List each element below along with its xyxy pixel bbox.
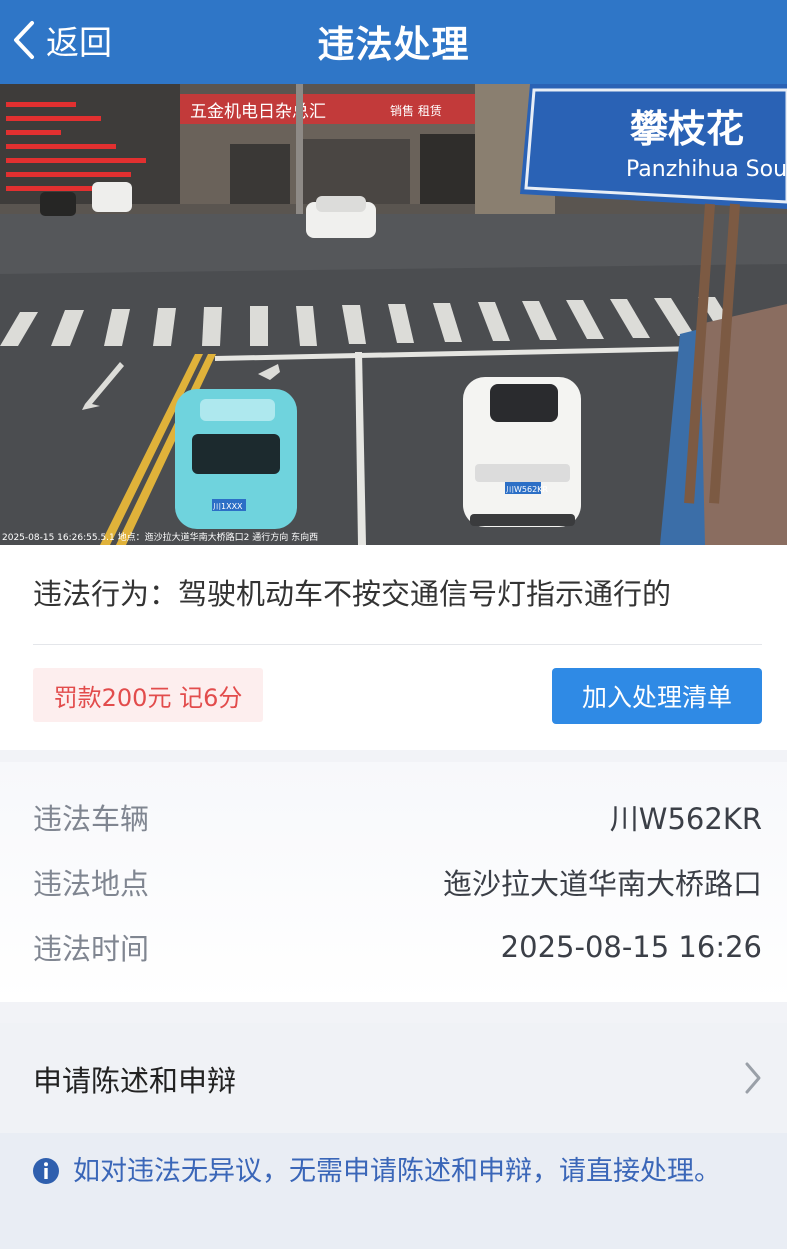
detail-row-location: 违法地点 迤沙拉大道华南大桥路口 bbox=[33, 857, 762, 907]
taxi-plate: 川1XXX bbox=[213, 502, 243, 511]
shop-sub-text: 销售 租赁 bbox=[390, 103, 442, 118]
notice-text: 如对违法无异议，无需申请陈述和申辩，请直接处理。 bbox=[73, 1156, 721, 1187]
nav-bar: 返回 违法处理 bbox=[0, 0, 787, 84]
chevron-right-icon bbox=[745, 1062, 761, 1094]
violation-behavior: 违法行为：驾驶机动车不按交通信号灯指示通行的 bbox=[33, 577, 672, 611]
detail-value: 迤沙拉大道华南大桥路口 bbox=[442, 867, 762, 901]
detail-value: 2025-08-15 16:26 bbox=[500, 930, 762, 964]
suv-plate: 川W562KR bbox=[506, 485, 548, 494]
detail-row-vehicle: 违法车辆 川W562KR bbox=[33, 792, 762, 842]
penalty-badge: 罚款200元 记6分 bbox=[33, 668, 263, 722]
detail-row-time: 违法时间 2025-08-15 16:26 bbox=[33, 922, 762, 972]
shop-sign-text: 五金机电日杂总汇 bbox=[190, 102, 326, 122]
road-sign-cn: 攀枝花 bbox=[630, 107, 744, 151]
traffic-camera-image: 五金机电日杂总汇 销售 租赁 攀枝花 Panzhihua Sou 川1XXX 川… bbox=[0, 84, 787, 545]
violation-photo[interactable]: 五金机电日杂总汇 销售 租赁 攀枝花 Panzhihua Sou 川1XXX 川… bbox=[0, 84, 787, 545]
appeal-label: 申请陈述和申辩 bbox=[33, 1064, 237, 1098]
add-to-list-button[interactable]: 加入处理清单 bbox=[552, 668, 762, 724]
photo-caption: 2025-08-15 16:26:55.5.1 地点：迤沙拉大道华南大桥路口2 … bbox=[2, 531, 318, 543]
appeal-row[interactable]: 申请陈述和申辩 bbox=[0, 1023, 787, 1133]
divider bbox=[33, 644, 762, 645]
page-title: 违法处理 bbox=[317, 23, 470, 66]
road-sign-en: Panzhihua South bbox=[626, 157, 787, 182]
detail-value: 川W562KR bbox=[609, 802, 762, 836]
detail-label: 违法地点 bbox=[33, 867, 150, 901]
notice-banner: 如对违法无异议，无需申请陈述和申辩，请直接处理。 bbox=[0, 1133, 787, 1249]
detail-label: 违法车辆 bbox=[33, 802, 150, 836]
violation-details: 违法车辆 川W562KR 违法地点 迤沙拉大道华南大桥路口 违法时间 2025-… bbox=[0, 762, 787, 1002]
detail-label: 违法时间 bbox=[33, 932, 150, 966]
violation-card: 违法行为：驾驶机动车不按交通信号灯指示通行的 罚款200元 记6分 加入处理清单 bbox=[0, 545, 787, 750]
info-icon bbox=[33, 1158, 59, 1184]
